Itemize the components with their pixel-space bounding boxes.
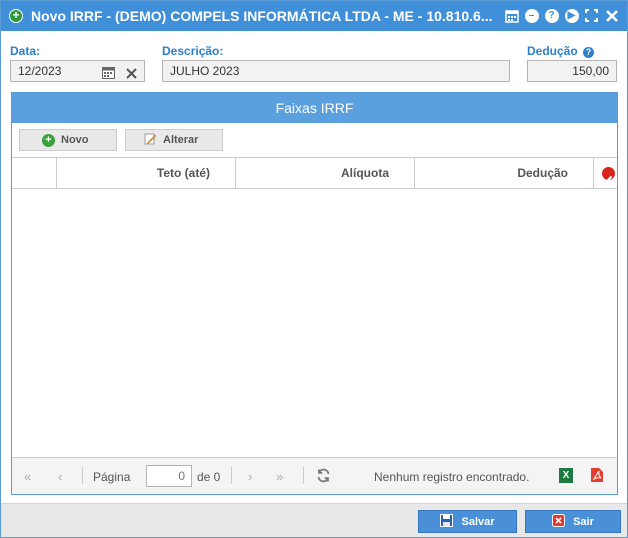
panel-title: Faixas IRRF bbox=[12, 93, 617, 123]
last-page-icon[interactable]: » bbox=[276, 469, 283, 484]
pdf-export-icon[interactable] bbox=[590, 467, 604, 483]
page-input[interactable]: 0 bbox=[146, 465, 192, 487]
dialog-footer: Salvar Sair bbox=[1, 503, 627, 537]
column-actions bbox=[593, 158, 617, 189]
pager-separator bbox=[82, 467, 83, 484]
delete-icon[interactable] bbox=[602, 167, 615, 184]
next-page-icon[interactable]: › bbox=[248, 469, 252, 484]
deducao-label: Dedução ? bbox=[527, 44, 595, 58]
novo-button-label: Novo bbox=[61, 134, 89, 146]
deducao-label-text: Dedução bbox=[527, 44, 578, 58]
exit-button-label: Sair bbox=[573, 515, 594, 528]
page-value: 0 bbox=[178, 469, 185, 483]
data-field[interactable]: 12/2023 bbox=[10, 60, 145, 82]
save-button[interactable]: Salvar bbox=[418, 510, 517, 533]
deducao-value: 150,00 bbox=[572, 64, 609, 78]
descricao-value: JULHO 2023 bbox=[170, 64, 240, 78]
help-icon[interactable]: ? bbox=[544, 8, 559, 23]
calendar-tool-icon[interactable] bbox=[504, 8, 519, 23]
help-icon[interactable]: ? bbox=[583, 47, 595, 58]
pager: « ‹ Página 0 de 0 › » Nenhum registro en… bbox=[12, 457, 617, 494]
dialog-window: + Novo IRRF - (DEMO) COMPELS INFORMÁTICA… bbox=[0, 0, 628, 538]
refresh-icon[interactable] bbox=[316, 468, 331, 486]
grid-body bbox=[12, 189, 617, 457]
title-tools: – ? ▶ bbox=[504, 8, 619, 23]
window-title: Novo IRRF - (DEMO) COMPELS INFORMÁTICA L… bbox=[31, 8, 493, 24]
panel-toolbar: + Novo Alterar bbox=[12, 123, 617, 157]
grid-header: Teto (até) Alíquota Dedução bbox=[12, 157, 617, 189]
calendar-icon[interactable] bbox=[102, 65, 115, 85]
alterar-button-label: Alterar bbox=[163, 134, 199, 146]
play-icon[interactable]: ▶ bbox=[564, 8, 579, 23]
first-page-icon[interactable]: « bbox=[24, 469, 31, 484]
column-aliquota[interactable]: Alíquota bbox=[235, 158, 415, 189]
data-label: Data: bbox=[10, 44, 41, 58]
data-value: 12/2023 bbox=[18, 64, 62, 78]
novo-button[interactable]: + Novo bbox=[19, 129, 117, 151]
save-icon bbox=[440, 513, 454, 530]
page-of-label: de 0 bbox=[197, 470, 221, 484]
pager-separator bbox=[303, 467, 304, 484]
exit-icon bbox=[552, 513, 566, 530]
faixas-panel: Faixas IRRF + Novo Alterar Teto (até) Al… bbox=[11, 92, 618, 495]
page-label: Página bbox=[93, 470, 131, 484]
column-teto[interactable]: Teto (até) bbox=[56, 158, 236, 189]
alterar-button[interactable]: Alterar bbox=[125, 129, 223, 151]
exit-button[interactable]: Sair bbox=[525, 510, 621, 533]
excel-export-icon[interactable]: X bbox=[559, 468, 573, 483]
column-deducao[interactable]: Dedução bbox=[414, 158, 594, 189]
pager-separator bbox=[231, 467, 232, 484]
descricao-field[interactable]: JULHO 2023 bbox=[162, 60, 510, 82]
title-bar: + Novo IRRF - (DEMO) COMPELS INFORMÁTICA… bbox=[1, 1, 627, 31]
edit-icon bbox=[144, 132, 157, 148]
pager-status: Nenhum registro encontrado. bbox=[374, 470, 530, 484]
add-icon: + bbox=[9, 9, 23, 23]
deducao-field[interactable]: 150,00 bbox=[527, 60, 617, 82]
save-button-label: Salvar bbox=[461, 515, 495, 528]
close-icon[interactable] bbox=[604, 8, 619, 23]
minimize-icon[interactable]: – bbox=[524, 8, 539, 23]
clear-icon[interactable] bbox=[126, 65, 137, 85]
prev-page-icon[interactable]: ‹ bbox=[58, 469, 62, 484]
maximize-icon[interactable] bbox=[584, 8, 599, 23]
descricao-label: Descrição: bbox=[162, 44, 224, 58]
add-icon: + bbox=[42, 133, 55, 147]
